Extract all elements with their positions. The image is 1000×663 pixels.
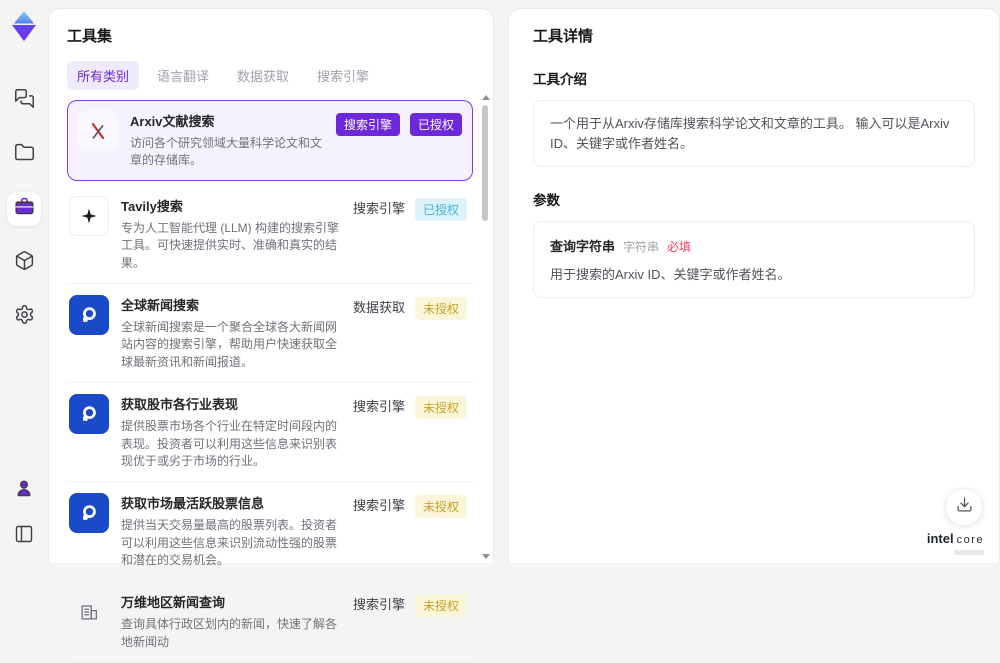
category-tabs: 所有类别 语言翻译 数据获取 搜索引擎 [67, 61, 473, 90]
tool-list-item-sector-performance[interactable]: 获取股市各行业表现 提供股票市场各个行业在特定时间段内的表现。投资者可以利用这些… [67, 383, 473, 483]
parameter-name: 查询字符串 [550, 239, 616, 254]
scrollbar-down-arrow-icon[interactable] [482, 554, 490, 559]
tool-name: 全球新闻搜索 [121, 297, 200, 313]
intro-heading: 工具介绍 [533, 72, 587, 87]
main-area: 工具集 所有类别 语言翻译 数据获取 搜索引擎 Arxiv文献搜索 访问各个研究… [48, 0, 1000, 663]
list-scrollbar[interactable] [481, 95, 490, 559]
download-icon [956, 496, 973, 518]
category-label: 搜索引擎 [352, 597, 405, 613]
settings-gear-icon [14, 304, 35, 330]
folder-icon [14, 142, 35, 168]
sidebar-item-settings[interactable] [7, 300, 41, 334]
brand-core-text: core [956, 534, 984, 546]
tools-panel-title: 工具集 [67, 28, 113, 45]
tool-description: 查询具体行政区划内的新闻，快速了解各地新闻动 [121, 617, 338, 649]
brand-subtext-mark [954, 550, 984, 555]
tab-data-acquisition[interactable]: 数据获取 [227, 61, 299, 90]
parameter-type: 字符串 [623, 240, 660, 254]
sidebar-nav [7, 84, 41, 334]
tool-name: 获取股市各行业表现 [121, 397, 239, 413]
sidebar-item-chat[interactable] [7, 84, 41, 118]
brand-intel-text: intel [926, 531, 954, 546]
app-window: { "colors": { "accent_purple": "#6d28d9"… [0, 0, 1000, 663]
building-logo-icon [69, 592, 109, 633]
news-search-logo-icon [69, 294, 109, 335]
status-badge: 未授权 [414, 594, 467, 618]
news-search-logo-icon [69, 493, 109, 534]
tab-all-categories[interactable]: 所有类别 [67, 61, 140, 90]
panel-layout-icon [14, 524, 34, 549]
news-search-logo-icon [69, 394, 109, 435]
tab-language-translation[interactable]: 语言翻译 [147, 61, 219, 90]
tool-intro-text: 一个用于从Arxiv存储库搜索科学论文和文章的工具。 输入可以是Arxiv ID… [533, 100, 975, 167]
tool-description: 全球新闻搜索是一个聚合全球各大新闻网站内容的搜索引擎，帮助用户快速获取全球最新资… [121, 319, 338, 369]
sidebar-item-files[interactable] [7, 138, 41, 172]
app-logo-icon [9, 10, 39, 42]
sidebar-bottom [7, 473, 41, 553]
arxiv-logo-icon [78, 111, 118, 151]
scrollbar-thumb[interactable] [482, 105, 488, 221]
intel-core-logo: intel core [927, 530, 984, 555]
download-button[interactable] [945, 488, 983, 526]
sidebar-item-collapse[interactable] [7, 519, 41, 553]
details-panel: 工具详情 工具介绍 一个用于从Arxiv存储库搜索科学论文和文章的工具。 输入可… [508, 8, 1000, 563]
tool-list-item-most-active-stocks[interactable]: 获取市场最活跃股票信息 提供当天交易量最高的股票列表。投资者可以利用这些信息来识… [67, 482, 473, 582]
tool-list: Arxiv文献搜索 访问各个研究领域大量科学论文和文章的存储库。 搜索引擎 已授… [67, 100, 473, 663]
tool-list-item-regional-news[interactable]: 万维地区新闻查询 查询具体行政区划内的新闻，快速了解各地新闻动 搜索引擎 未授权 [67, 581, 473, 663]
tool-list-item-global-news[interactable]: 全球新闻搜索 全球新闻搜索是一个聚合全球各大新闻网站内容的搜索引擎，帮助用户快速… [67, 284, 473, 384]
sidebar-rail [0, 0, 48, 563]
parameter-description: 用于搜索的Arxiv ID、关键字或作者姓名。 [550, 267, 791, 282]
toolbox-icon [14, 196, 35, 222]
user-avatar-icon [14, 478, 34, 503]
category-badge: 搜索引擎 [335, 113, 400, 136]
tool-description: 提供当天交易量最高的股票列表。投资者可以利用这些信息来识别流动性强的股票和潜在的… [121, 518, 338, 568]
category-label: 搜索引擎 [352, 399, 405, 415]
tool-name: Arxiv文献搜索 [130, 114, 215, 129]
parameter-card: 查询字符串 字符串 必填 用于搜索的Arxiv ID、关键字或作者姓名。 [533, 221, 975, 298]
category-label: 搜索引擎 [352, 200, 405, 216]
tab-search-engine[interactable]: 搜索引擎 [307, 61, 379, 90]
scrollbar-up-arrow-icon[interactable] [482, 95, 490, 100]
category-label: 数据获取 [352, 299, 405, 315]
status-badge: 未授权 [414, 296, 467, 320]
tools-panel: 工具集 所有类别 语言翻译 数据获取 搜索引擎 Arxiv文献搜索 访问各个研究… [48, 8, 494, 663]
sidebar-item-account[interactable] [7, 473, 41, 507]
tool-list-item-tavily[interactable]: Tavily搜索 专为人工智能代理 (LLM) 构建的搜索引擎工具。可快速提供实… [67, 185, 473, 284]
tool-name: 万维地区新闻查询 [121, 595, 226, 611]
tool-description: 提供股票市场各个行业在特定时间段内的表现。投资者可以利用这些信息来识别表现优于或… [121, 419, 338, 468]
status-badge: 已授权 [409, 113, 462, 136]
status-badge: 已授权 [414, 197, 467, 221]
category-label: 搜索引擎 [352, 498, 405, 514]
tool-description: 访问各个研究领域大量科学论文和文章的存储库。 [130, 136, 323, 168]
sidebar-item-packages[interactable] [7, 246, 41, 280]
params-heading: 参数 [533, 193, 560, 208]
sidebar-item-tools[interactable] [7, 192, 41, 226]
tool-name: Tavily搜索 [121, 198, 183, 214]
tool-name: 获取市场最活跃股票信息 [121, 496, 265, 512]
status-badge: 未授权 [414, 495, 467, 519]
package-icon [14, 250, 35, 276]
status-badge: 未授权 [414, 396, 467, 420]
sparkle-logo-icon [69, 195, 109, 236]
tool-list-item-arxiv[interactable]: Arxiv文献搜索 访问各个研究领域大量科学论文和文章的存储库。 搜索引擎 已授… [67, 100, 473, 181]
details-panel-title: 工具详情 [533, 28, 594, 45]
parameter-required-flag: 必填 [667, 240, 692, 254]
chat-icon [14, 88, 35, 114]
tool-description: 专为人工智能代理 (LLM) 构建的搜索引擎工具。可快速提供实时、准确和真实的结… [121, 220, 340, 270]
